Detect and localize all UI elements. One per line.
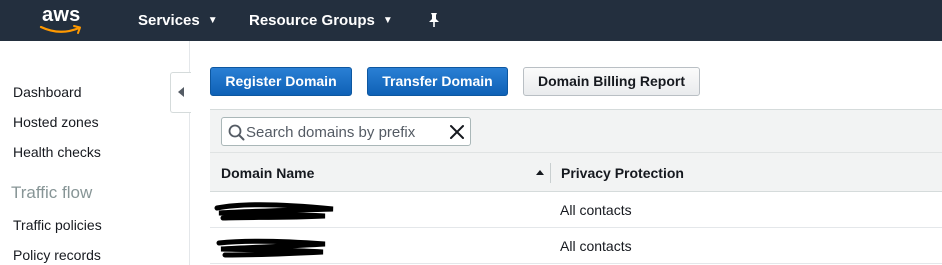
search-icon (228, 124, 245, 141)
pin-icon[interactable] (426, 12, 442, 28)
sidebar-item-policy-records[interactable]: Policy records (13, 247, 101, 263)
domain-billing-report-button[interactable]: Domain Billing Report (523, 67, 700, 96)
sidebar-navigation: Dashboard Hosted zones Health checks Tra… (0, 41, 190, 265)
column-divider (550, 163, 551, 183)
top-navigation-bar: aws Services ▼ Resource Groups ▼ (0, 0, 942, 41)
table-row[interactable]: All contacts (210, 192, 942, 228)
sidebar-section-traffic-flow: Traffic flow (11, 183, 93, 202)
redacted-domain-name (214, 202, 334, 221)
column-header-privacy-protection[interactable]: Privacy Protection (561, 165, 684, 181)
column-header-domain-name[interactable]: Domain Name (221, 165, 314, 181)
chevron-down-icon: ▼ (382, 15, 393, 26)
chevron-down-icon: ▼ (207, 15, 218, 26)
table-header: Domain Name Privacy Protection (210, 152, 942, 192)
close-icon[interactable] (449, 124, 465, 140)
aws-smile-icon (39, 25, 81, 34)
privacy-protection-value: All contacts (560, 202, 632, 218)
search-box[interactable] (221, 117, 471, 146)
privacy-protection-value: All contacts (560, 238, 632, 254)
caret-left-icon (178, 87, 184, 97)
table-filter-bar (210, 109, 942, 152)
table-row[interactable]: All contacts (210, 228, 942, 264)
sidebar-item-dashboard[interactable]: Dashboard (13, 84, 82, 100)
sidebar-collapse-button[interactable] (170, 72, 191, 113)
sort-ascending-icon[interactable] (536, 170, 544, 175)
sidebar-item-health-checks[interactable]: Health checks (13, 144, 101, 160)
register-domain-button[interactable]: Register Domain (210, 67, 352, 96)
services-menu[interactable]: Services ▼ (138, 12, 218, 29)
sidebar-item-hosted-zones[interactable]: Hosted zones (13, 114, 99, 130)
resource-groups-menu-label: Resource Groups (249, 12, 375, 29)
sidebar-item-traffic-policies[interactable]: Traffic policies (13, 217, 102, 233)
search-input[interactable] (246, 122, 442, 142)
services-menu-label: Services (138, 12, 200, 29)
resource-groups-menu[interactable]: Resource Groups ▼ (249, 12, 393, 29)
redacted-domain-name (216, 238, 326, 258)
aws-logo[interactable]: aws (38, 4, 88, 34)
transfer-domain-button[interactable]: Transfer Domain (367, 67, 508, 96)
